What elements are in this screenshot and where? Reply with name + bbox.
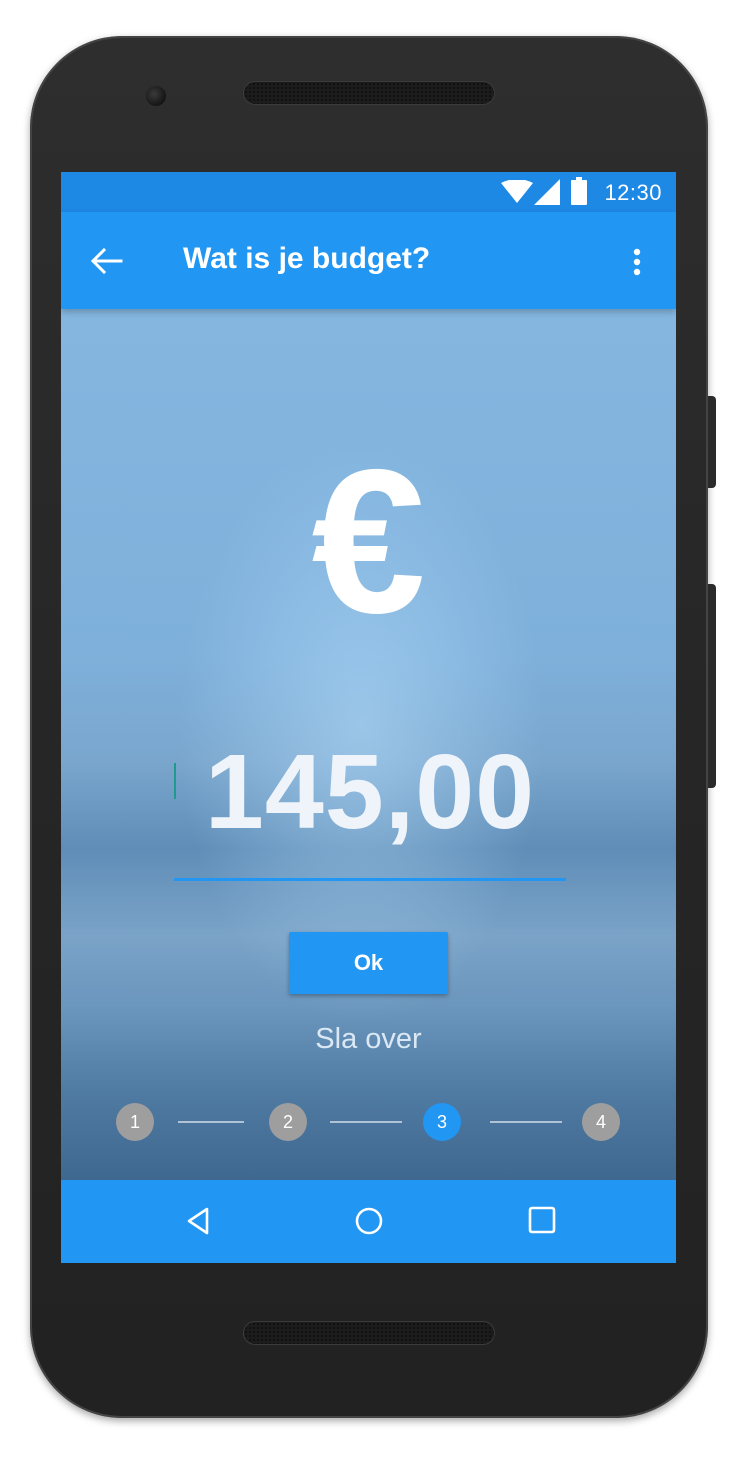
home-circle-icon[interactable]: [354, 1206, 384, 1236]
more-vert-icon[interactable]: [631, 248, 643, 276]
step-3: 3: [423, 1103, 461, 1141]
recents-square-icon[interactable]: [528, 1206, 556, 1234]
battery-icon: [571, 177, 587, 205]
euro-icon: €: [311, 427, 426, 656]
status-time: 12:30: [604, 180, 662, 205]
ok-button[interactable]: Ok: [289, 932, 448, 994]
step-4: 4: [582, 1103, 620, 1141]
volume-button: [708, 584, 716, 788]
app-bar: Wat is je budget?: [61, 212, 676, 309]
step-connector: [178, 1121, 244, 1123]
wifi-icon: [501, 180, 533, 203]
navigation-bar: [61, 1180, 676, 1263]
step-1: 1: [116, 1103, 154, 1141]
step-connector: [490, 1121, 562, 1123]
power-button: [708, 396, 716, 488]
status-bar: 12:30: [61, 172, 676, 212]
front-camera: [146, 86, 166, 106]
budget-content: € 145,00 Ok Sla over 1 2 3 4: [61, 309, 676, 1180]
back-triangle-icon[interactable]: [186, 1206, 210, 1236]
skip-link[interactable]: Sla over: [61, 1023, 676, 1056]
top-speaker: [244, 82, 494, 104]
page-title: Wat is je budget?: [183, 242, 431, 275]
amount-field[interactable]: 145,00: [174, 739, 566, 845]
step-2: 2: [269, 1103, 307, 1141]
arrow-left-icon[interactable]: [91, 248, 123, 274]
bottom-speaker: [244, 1322, 494, 1344]
signal-icon: [534, 179, 560, 205]
screen: 12:30 Wat is je budget? € 145,00 Ok Sla …: [61, 172, 676, 1263]
amount-underline: [174, 878, 566, 881]
step-connector: [330, 1121, 402, 1123]
amount-value[interactable]: 145,00: [174, 739, 566, 845]
